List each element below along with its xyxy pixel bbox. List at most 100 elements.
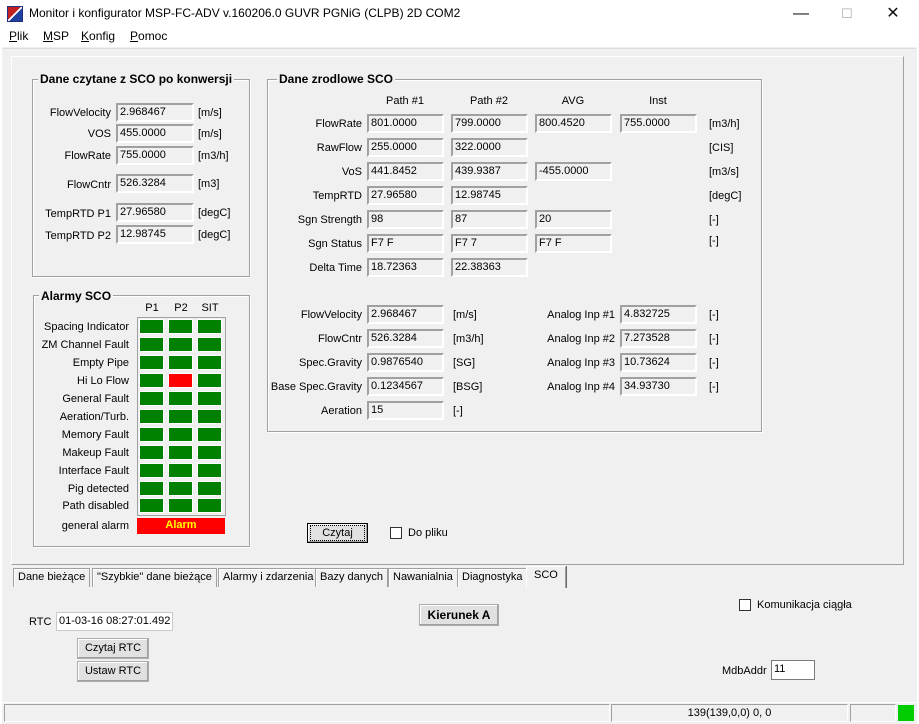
tab-sco[interactable]: SCO xyxy=(526,566,566,588)
source-extra-unit: [BSG] xyxy=(453,381,483,393)
alarm-lamp-p2 xyxy=(168,445,193,460)
alarm-lamp-p2 xyxy=(168,355,193,370)
alarm-lamp-p1 xyxy=(139,498,164,513)
source-extra-value: 2.968467 xyxy=(367,305,444,324)
alarm-label: General Fault xyxy=(62,393,129,405)
source-column-header: Path #2 xyxy=(470,95,508,107)
source-value: -455.0000 xyxy=(535,162,612,181)
converted-label: TempRTD P2 xyxy=(45,230,111,242)
source-value: F7 F xyxy=(535,234,612,253)
menu-plik[interactable]: Plik xyxy=(9,29,28,43)
source-extra-label: Aeration xyxy=(321,405,362,417)
alarm-lamp-p2 xyxy=(168,409,193,424)
source-row-label: Sgn Strength xyxy=(297,214,362,226)
tab-fast-current-data[interactable]: "Szybkie" dane bieżące xyxy=(92,568,217,587)
menu-bar: Plik MSP Konfig Pomoc xyxy=(0,28,919,47)
set-rtc-button[interactable]: Ustaw RTC xyxy=(77,661,149,682)
analog-label: Analog Inp #2 xyxy=(547,333,615,345)
alarm-lamp-sit xyxy=(197,319,222,334)
tab-odorizer[interactable]: Nawanialnia xyxy=(388,568,458,587)
status-panel-empty xyxy=(850,704,896,722)
connection-indicator xyxy=(898,705,914,721)
alarm-lamp-p2 xyxy=(168,463,193,478)
source-row-unit: [degC] xyxy=(709,190,742,202)
rtc-value: 01-03-16 08:27:01.492 xyxy=(56,612,173,631)
source-column-header: Inst xyxy=(649,95,667,107)
alarm-lamp-sit xyxy=(197,373,222,388)
alarm-lamp-p1 xyxy=(139,373,164,388)
converted-value: 755.0000 xyxy=(116,146,194,165)
alarm-column-header: P1 xyxy=(145,302,159,314)
to-file-label: Do pliku xyxy=(408,527,448,539)
converted-value: 12.98745 xyxy=(116,225,194,244)
analog-value: 4.832725 xyxy=(620,305,697,324)
alarm-label: Path disabled xyxy=(62,500,129,512)
general-alarm-indicator: Alarm xyxy=(137,518,225,534)
menu-pomoc[interactable]: Pomoc xyxy=(130,29,167,43)
tab-databases[interactable]: Bazy danych xyxy=(315,568,388,587)
maximize-button[interactable]: ☐ xyxy=(824,0,870,28)
source-row-label: VoS xyxy=(341,166,362,178)
source-value: 87 xyxy=(451,210,528,229)
alarm-lamp-sit xyxy=(197,445,222,460)
direction-button[interactable]: Kierunek A xyxy=(419,604,499,626)
read-button[interactable]: Czytaj xyxy=(307,523,368,543)
source-extra-label: FlowCntr xyxy=(317,333,362,345)
converted-label: VOS xyxy=(87,128,111,140)
source-row-unit: [-] xyxy=(709,235,719,247)
alarm-lamp-p2 xyxy=(168,373,193,388)
minimize-button[interactable]: — xyxy=(778,0,824,28)
status-counter: 139(139,0,0) 0, 0 xyxy=(611,704,848,722)
converted-value: 2.968467 xyxy=(116,103,194,122)
alarm-column-header: SIT xyxy=(201,302,219,314)
to-file-checkbox[interactable] xyxy=(390,527,402,539)
source-extra-value: 526.3284 xyxy=(367,329,444,348)
app-icon[interactable] xyxy=(7,6,23,22)
alarm-lamp-sit xyxy=(197,481,222,496)
analog-value: 7.273528 xyxy=(620,329,697,348)
analog-label: Analog Inp #3 xyxy=(547,357,615,369)
alarm-lamp-p2 xyxy=(168,391,193,406)
title-bar: Monitor i konfigurator MSP-FC-ADV v.1602… xyxy=(0,0,919,28)
source-value: 441.8452 xyxy=(367,162,444,181)
tab-current-data[interactable]: Dane bieżące xyxy=(13,568,91,587)
alarm-label: Makeup Fault xyxy=(62,447,129,459)
tab-diagnostics[interactable]: Diagnostyka xyxy=(457,568,528,587)
source-value: F7 7 xyxy=(451,234,528,253)
mdbaddr-input[interactable]: 11 xyxy=(771,660,815,680)
alarm-lamp-p1 xyxy=(139,445,164,460)
alarm-lamp-p2 xyxy=(168,481,193,496)
alarm-label: Memory Fault xyxy=(61,429,129,441)
tab-alarms-events[interactable]: Alarmy i zdarzenia xyxy=(218,568,319,587)
close-button[interactable]: ✕ xyxy=(870,0,916,28)
alarm-column-header: P2 xyxy=(174,302,188,314)
converted-unit: [degC] xyxy=(198,229,231,241)
source-row-label: TempRTD xyxy=(312,190,362,202)
converted-data-title: Dane czytane z SCO po konwersji xyxy=(38,72,235,86)
alarm-lamp-sit xyxy=(197,463,222,478)
source-row-label: FlowRate xyxy=(315,118,362,130)
analog-unit: [-] xyxy=(709,357,719,369)
menu-msp[interactable]: MSP xyxy=(43,29,69,43)
source-row-label: Delta Time xyxy=(309,262,362,274)
alarm-lamp-p1 xyxy=(139,481,164,496)
alarm-lamp-p1 xyxy=(139,409,164,424)
source-extra-unit: [-] xyxy=(453,405,463,417)
alarm-lamp-sit xyxy=(197,498,222,513)
alarm-label: Aeration/Turb. xyxy=(59,411,129,423)
converted-unit: [m/s] xyxy=(198,128,222,140)
source-extra-value: 0.9876540 xyxy=(367,353,444,372)
read-rtc-button[interactable]: Czytaj RTC xyxy=(77,638,149,659)
source-row-unit: [m3/s] xyxy=(709,166,739,178)
mdbaddr-label: MdbAddr xyxy=(722,665,767,677)
alarm-lamp-p2 xyxy=(168,319,193,334)
alarm-lamp-p1 xyxy=(139,319,164,334)
source-value: 322.0000 xyxy=(451,138,528,157)
continuous-comm-checkbox[interactable] xyxy=(739,599,751,611)
source-value: 98 xyxy=(367,210,444,229)
source-value: 27.96580 xyxy=(367,186,444,205)
source-value: 22.38363 xyxy=(451,258,528,277)
alarm-lamp-sit xyxy=(197,337,222,352)
menu-konfig[interactable]: Konfig xyxy=(81,29,115,43)
source-value: 800.4520 xyxy=(535,114,612,133)
